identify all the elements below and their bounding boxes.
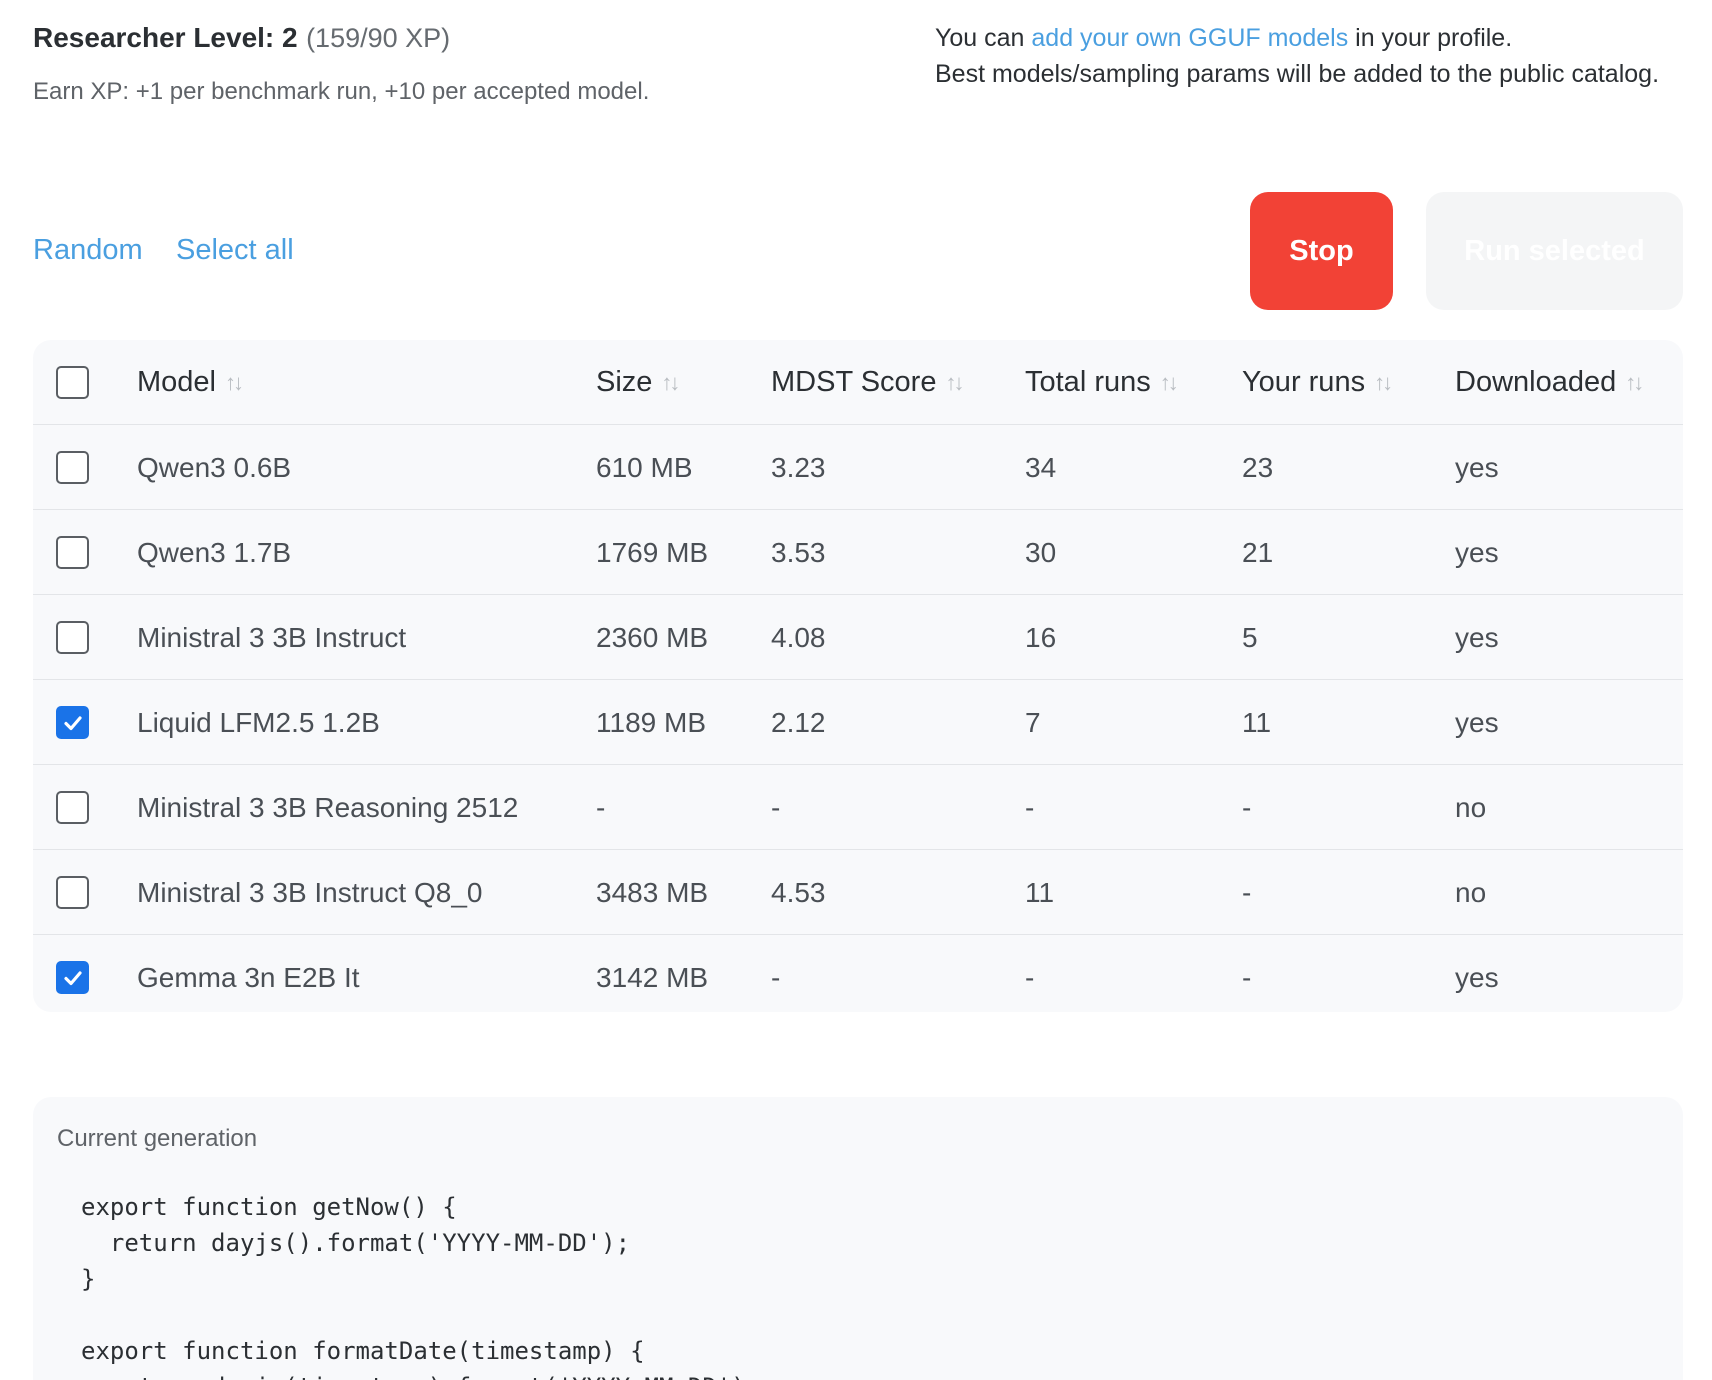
total-runs: - (1025, 791, 1035, 823)
row-checkbox-cell[interactable] (56, 850, 89, 935)
column-header-your-runs[interactable]: Your runs ↑↓ (1242, 340, 1393, 425)
row-checkbox-cell[interactable] (56, 510, 89, 595)
checkmark-icon (63, 970, 82, 985)
mdst-score: 4.53 (771, 876, 826, 908)
notice-line2: Best models/sampling params will be adde… (935, 60, 1660, 88)
table-row[interactable]: Ministral 3 3B Instruct Q8_0 3483 MB 4.53 1… (33, 850, 1683, 935)
add-gguf-models-link[interactable]: add your own GGUF models (1031, 24, 1348, 52)
row-checkbox-cell[interactable] (56, 680, 89, 765)
model-size: 610 MB (596, 451, 693, 483)
your-runs: - (1242, 876, 1252, 908)
sort-arrows-icon[interactable]: ↑↓ (945, 370, 964, 396)
mdst-score: - (771, 791, 781, 823)
model-size: 2360 MB (596, 621, 709, 653)
row-checkbox[interactable] (56, 536, 89, 569)
total-runs: 30 (1025, 536, 1057, 568)
sort-arrows-icon[interactable]: ↑↓ (1160, 370, 1179, 396)
checkmark-icon (63, 715, 82, 730)
notice-suffix: in your profile. (1348, 24, 1513, 52)
row-checkbox-cell[interactable] (56, 425, 89, 510)
downloaded-status: no (1455, 876, 1487, 908)
table-row[interactable]: Ministral 3 3B Instruct 2360 MB 4.08 16 5 yes (33, 595, 1683, 680)
earn-xp-text: Earn XP: +1 per benchmark run, +10 per a… (33, 78, 650, 105)
your-runs: 23 (1242, 451, 1274, 483)
gguf-notice: You can add your own GGUF models in your… (935, 20, 1659, 92)
row-checkbox[interactable] (56, 621, 89, 654)
downloaded-status: yes (1455, 451, 1499, 483)
mdst-score: 3.53 (771, 536, 826, 568)
sort-arrows-icon[interactable]: ↑↓ (1374, 370, 1393, 396)
column-header-model[interactable]: Model ↑↓ (137, 340, 244, 425)
models-table: Model ↑↓ Size ↑↓ MDST Score ↑↓ Total runs ↑↓… (33, 340, 1683, 1012)
row-checkbox-cell[interactable] (56, 765, 89, 850)
current-generation-panel: Current generation export function getNo… (33, 1097, 1683, 1380)
model-size: - (596, 791, 606, 823)
total-runs: 7 (1025, 706, 1041, 738)
sort-arrows-icon[interactable]: ↑↓ (225, 370, 244, 396)
select-all-checkbox-cell[interactable] (56, 340, 89, 425)
researcher-level: Researcher Level: 2 (159/90 XP) (33, 22, 450, 54)
mdst-score: 2.12 (771, 706, 826, 738)
mdst-score: - (771, 961, 781, 993)
notice-prefix: You can (935, 24, 1032, 52)
mdst-score: 4.08 (771, 621, 826, 653)
downloaded-status: yes (1455, 621, 1499, 653)
table-row[interactable]: Ministral 3 3B Reasoning 2512 - - - - no (33, 765, 1683, 850)
model-name: Qwen3 0.6B (137, 451, 292, 483)
stop-button[interactable]: Stop (1250, 192, 1393, 310)
xp-count: (159/90 XP) (306, 23, 451, 53)
row-checkbox-cell[interactable] (56, 935, 89, 1020)
model-name: Ministral 3 3B Instruct Q8_0 (137, 876, 483, 908)
table-row[interactable]: Liquid LFM2.5 1.2B 1189 MB 2.12 7 11 yes (33, 680, 1683, 765)
sort-arrows-icon[interactable]: ↑↓ (661, 370, 680, 396)
header-checkbox[interactable] (56, 366, 89, 399)
downloaded-status: yes (1455, 706, 1499, 738)
model-size: 1189 MB (596, 706, 706, 738)
table-row[interactable]: Qwen3 0.6B 610 MB 3.23 34 23 yes (33, 425, 1683, 510)
random-button[interactable]: Random (33, 234, 143, 267)
downloaded-status: no (1455, 791, 1487, 823)
row-checkbox[interactable] (56, 876, 89, 909)
table-row[interactable]: Gemma 3n E2B It 3142 MB - - - yes (33, 935, 1683, 1020)
model-name: Ministral 3 3B Instruct (137, 621, 407, 653)
total-runs: 11 (1025, 876, 1055, 908)
row-checkbox[interactable] (56, 961, 89, 994)
model-name: Qwen3 1.7B (137, 536, 292, 568)
column-header-total-runs[interactable]: Total runs ↑↓ (1025, 340, 1179, 425)
your-runs: - (1242, 961, 1252, 993)
total-runs: 34 (1025, 451, 1057, 483)
your-runs: - (1242, 791, 1252, 823)
your-runs: 5 (1242, 621, 1258, 653)
run-selected-button[interactable]: Run selected (1426, 192, 1683, 310)
table-row[interactable]: Qwen3 1.7B 1769 MB 3.53 30 21 yes (33, 510, 1683, 595)
downloaded-status: yes (1455, 961, 1499, 993)
row-checkbox[interactable] (56, 706, 89, 739)
sort-arrows-icon[interactable]: ↑↓ (1625, 370, 1644, 396)
your-runs: 11 (1242, 706, 1272, 738)
row-checkbox[interactable] (56, 791, 89, 824)
model-size: 3142 MB (596, 961, 709, 993)
total-runs: - (1025, 961, 1035, 993)
table-header: Model ↑↓ Size ↑↓ MDST Score ↑↓ Total runs ↑↓… (33, 340, 1683, 425)
level-label: Researcher Level: 2 (33, 22, 298, 53)
row-checkbox[interactable] (56, 451, 89, 484)
model-name: Gemma 3n E2B It (137, 961, 360, 993)
select-all-button[interactable]: Select all (176, 234, 294, 267)
your-runs: 21 (1242, 536, 1274, 568)
downloaded-status: yes (1455, 536, 1499, 568)
column-header-size[interactable]: Size ↑↓ (596, 340, 680, 425)
model-name: Ministral 3 3B Reasoning 2512 (137, 791, 519, 823)
generation-code: export function getNow() { return dayjs(… (81, 1193, 760, 1380)
column-header-score[interactable]: MDST Score ↑↓ (771, 340, 964, 425)
model-name: Liquid LFM2.5 1.2B (137, 706, 380, 738)
row-checkbox-cell[interactable] (56, 595, 89, 680)
generation-title: Current generation (57, 1125, 258, 1152)
mdst-score: 3.23 (771, 451, 826, 483)
model-size: 1769 MB (596, 536, 709, 568)
total-runs: 16 (1025, 621, 1057, 653)
model-size: 3483 MB (596, 876, 709, 908)
column-header-downloaded[interactable]: Downloaded ↑↓ (1455, 340, 1644, 425)
